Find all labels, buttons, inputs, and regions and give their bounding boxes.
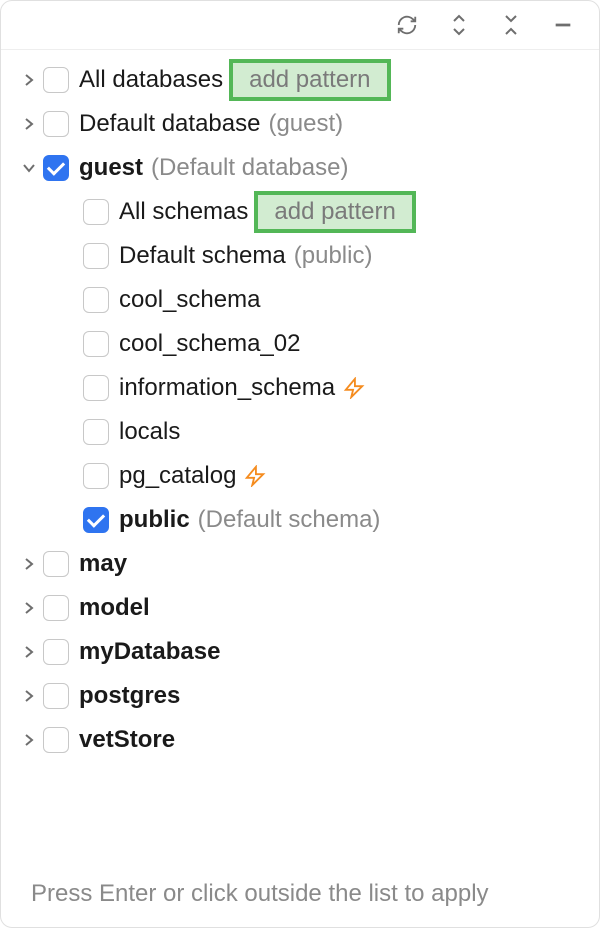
tree-view: All databases add pattern Default databa… xyxy=(1,50,599,770)
lightning-icon xyxy=(244,465,266,487)
checkbox[interactable] xyxy=(83,331,109,357)
minimize-icon[interactable] xyxy=(551,13,575,37)
row-default-schema[interactable]: Default schema (public) xyxy=(1,234,599,278)
label: pg_catalog xyxy=(119,462,236,490)
checkbox[interactable] xyxy=(43,683,69,709)
expand-icon[interactable] xyxy=(15,117,43,131)
refresh-icon[interactable] xyxy=(395,13,419,37)
label: locals xyxy=(119,418,180,446)
annotation: (Default database) xyxy=(151,154,348,182)
row-public[interactable]: public (Default schema) xyxy=(1,498,599,542)
checkbox[interactable] xyxy=(43,111,69,137)
collapse-icon[interactable] xyxy=(15,161,43,175)
checkbox[interactable] xyxy=(43,155,69,181)
close-chevrons-icon[interactable] xyxy=(499,13,523,37)
label: information_schema xyxy=(119,374,335,402)
label: postgres xyxy=(79,682,180,710)
add-pattern-input[interactable]: add pattern xyxy=(254,191,415,233)
label: model xyxy=(79,594,150,622)
expand-icon[interactable] xyxy=(15,733,43,747)
label: All databases xyxy=(79,66,223,94)
checkbox[interactable] xyxy=(43,727,69,753)
label: cool_schema_02 xyxy=(119,330,300,358)
label: guest xyxy=(79,154,143,182)
checkbox[interactable] xyxy=(43,67,69,93)
label: Default schema xyxy=(119,242,286,270)
checkbox[interactable] xyxy=(83,199,109,225)
footer-hint: Press Enter or click outside the list to… xyxy=(31,877,569,911)
annotation: (guest) xyxy=(268,110,343,138)
expand-icon[interactable] xyxy=(15,645,43,659)
expand-icon[interactable] xyxy=(15,689,43,703)
row-all-databases[interactable]: All databases add pattern xyxy=(1,58,599,102)
label: All schemas xyxy=(119,198,248,226)
checkbox[interactable] xyxy=(83,287,109,313)
row-may[interactable]: may xyxy=(1,542,599,586)
checkbox[interactable] xyxy=(43,595,69,621)
label: Default database xyxy=(79,110,260,138)
row-information-schema[interactable]: information_schema xyxy=(1,366,599,410)
row-guest[interactable]: guest (Default database) xyxy=(1,146,599,190)
expand-icon[interactable] xyxy=(15,557,43,571)
label: cool_schema xyxy=(119,286,260,314)
row-cool-schema[interactable]: cool_schema xyxy=(1,278,599,322)
row-model[interactable]: model xyxy=(1,586,599,630)
toolbar xyxy=(1,1,599,50)
annotation: (Default schema) xyxy=(198,506,381,534)
expand-icon[interactable] xyxy=(15,601,43,615)
checkbox[interactable] xyxy=(83,419,109,445)
checkbox[interactable] xyxy=(83,463,109,489)
checkbox[interactable] xyxy=(83,375,109,401)
row-default-database[interactable]: Default database (guest) xyxy=(1,102,599,146)
row-vetstore[interactable]: vetStore xyxy=(1,718,599,762)
checkbox[interactable] xyxy=(43,639,69,665)
label: public xyxy=(119,506,190,534)
row-pg-catalog[interactable]: pg_catalog xyxy=(1,454,599,498)
row-mydatabase[interactable]: myDatabase xyxy=(1,630,599,674)
lightning-icon xyxy=(343,377,365,399)
row-locals[interactable]: locals xyxy=(1,410,599,454)
row-postgres[interactable]: postgres xyxy=(1,674,599,718)
label: myDatabase xyxy=(79,638,220,666)
label: may xyxy=(79,550,127,578)
row-cool-schema-02[interactable]: cool_schema_02 xyxy=(1,322,599,366)
row-all-schemas[interactable]: All schemas add pattern xyxy=(1,190,599,234)
annotation: (public) xyxy=(294,242,373,270)
label: vetStore xyxy=(79,726,175,754)
add-pattern-input[interactable]: add pattern xyxy=(229,59,390,101)
checkbox[interactable] xyxy=(83,243,109,269)
checkbox[interactable] xyxy=(83,507,109,533)
up-down-icon[interactable] xyxy=(447,13,471,37)
expand-icon[interactable] xyxy=(15,73,43,87)
checkbox[interactable] xyxy=(43,551,69,577)
